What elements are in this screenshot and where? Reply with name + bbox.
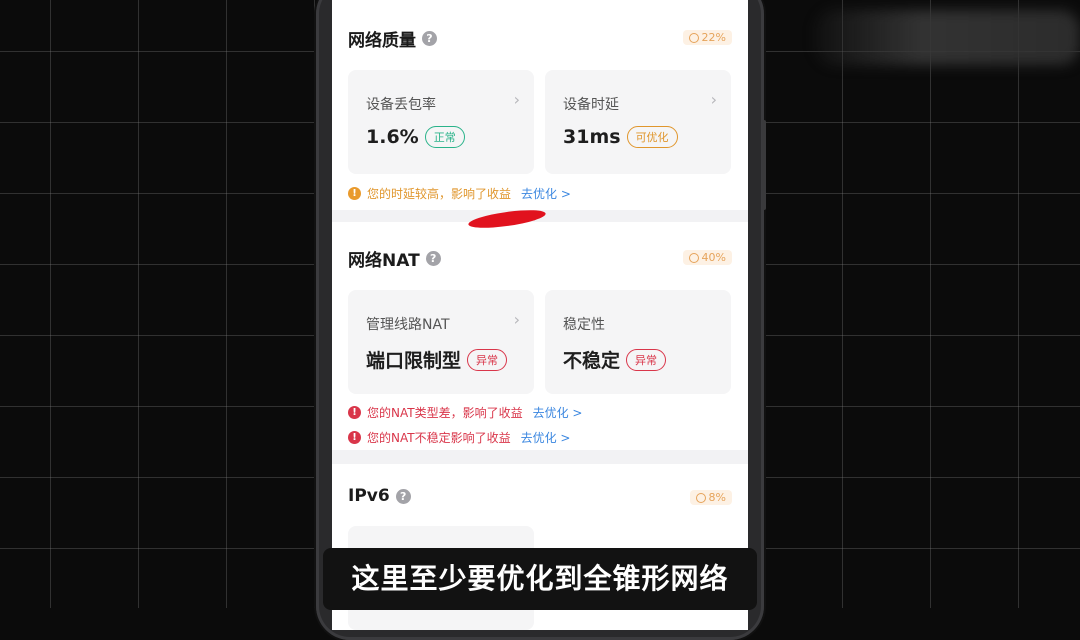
tile-value: 1.6% 正常 (366, 126, 465, 148)
exclamation-circle-icon: ! (348, 406, 361, 419)
nat-type-tile[interactable]: 管理线路NAT › 端口限制型 异常 (348, 290, 534, 394)
section-title-text: 网络质量 (348, 31, 416, 51)
stability-tile[interactable]: 稳定性 不稳定 异常 (545, 290, 731, 394)
tile-label: 管理线路NAT (366, 317, 450, 333)
optimize-link[interactable]: 去优化 > (521, 185, 571, 202)
exclamation-circle-icon: ! (348, 431, 361, 444)
weight-value: 22% (701, 31, 726, 44)
ipv6-title: IPv6 ? (348, 486, 411, 506)
tile-value-text: 1.6% (366, 126, 419, 148)
clock-icon (688, 252, 699, 263)
weight-badge: 40% (682, 250, 732, 265)
optimize-link[interactable]: 去优化 > (521, 429, 571, 446)
tile-value: 31ms 可优化 (563, 126, 678, 148)
section-title-text: 网络NAT (348, 251, 420, 271)
video-subtitle: 这里至少要优化到全锥形网络 (323, 548, 757, 610)
network-nat-title: 网络NAT ? (348, 246, 441, 271)
tile-value-text: 端口限制型 (366, 350, 462, 372)
network-quality-card: 网络质量 ? 22% 设备丢包率 › 1.6% 正常 设备时延 › 31ms 可… (332, 0, 748, 210)
question-circle-icon[interactable]: ? (422, 31, 437, 46)
chevron-right-icon: › (710, 90, 717, 109)
phone-screen: 网络质量 ? 22% 设备丢包率 › 1.6% 正常 设备时延 › 31ms 可… (332, 0, 748, 630)
alert-text: 您的时延较高，影响了收益 (367, 187, 512, 201)
nat-stability-alert: ! 您的NAT不稳定影响了收益 去优化 > (348, 429, 570, 446)
optimize-link[interactable]: 去优化 > (533, 404, 583, 421)
status-badge: 可优化 (626, 126, 678, 148)
clock-icon (688, 32, 699, 43)
latency-alert: ! 您的时延较高，影响了收益 去优化 > (348, 185, 571, 202)
clock-icon (695, 492, 706, 503)
phone-side-button (762, 120, 766, 210)
alert-text: 您的NAT不稳定影响了收益 (367, 431, 511, 445)
packet-loss-tile[interactable]: 设备丢包率 › 1.6% 正常 (348, 70, 534, 174)
status-badge: 异常 (467, 348, 508, 371)
blurred-overlay (815, 10, 1080, 65)
tile-value-text: 31ms (563, 126, 621, 148)
latency-tile[interactable]: 设备时延 › 31ms 可优化 (545, 70, 731, 174)
chevron-right-icon: › (513, 310, 520, 329)
network-nat-card: 网络NAT ? 40% 管理线路NAT › 端口限制型 异常 稳定性 不稳定 异… (332, 222, 748, 450)
status-badge: 正常 (424, 126, 465, 148)
weight-value: 8% (708, 491, 726, 504)
network-quality-title: 网络质量 ? (348, 26, 437, 51)
chevron-right-icon: › (513, 90, 520, 109)
tile-value-text: 不稳定 (563, 350, 621, 372)
question-circle-icon[interactable]: ? (395, 488, 411, 504)
tile-label: 稳定性 (563, 317, 605, 333)
alert-text: 您的NAT类型差，影响了收益 (367, 406, 523, 420)
tile-value: 端口限制型 异常 (366, 346, 508, 373)
section-title-text: IPv6 (348, 486, 390, 506)
exclamation-circle-icon: ! (348, 187, 361, 200)
question-circle-icon[interactable]: ? (425, 251, 441, 266)
weight-badge: 22% (682, 30, 732, 45)
status-badge: 异常 (626, 348, 667, 371)
tile-label: 设备丢包率 (366, 97, 436, 113)
nat-type-alert: ! 您的NAT类型差，影响了收益 去优化 > (348, 404, 582, 421)
tile-label: 设备时延 (563, 97, 619, 113)
weight-badge: 8% (689, 490, 732, 505)
tile-value: 不稳定 异常 (563, 346, 667, 373)
weight-value: 40% (701, 251, 726, 264)
